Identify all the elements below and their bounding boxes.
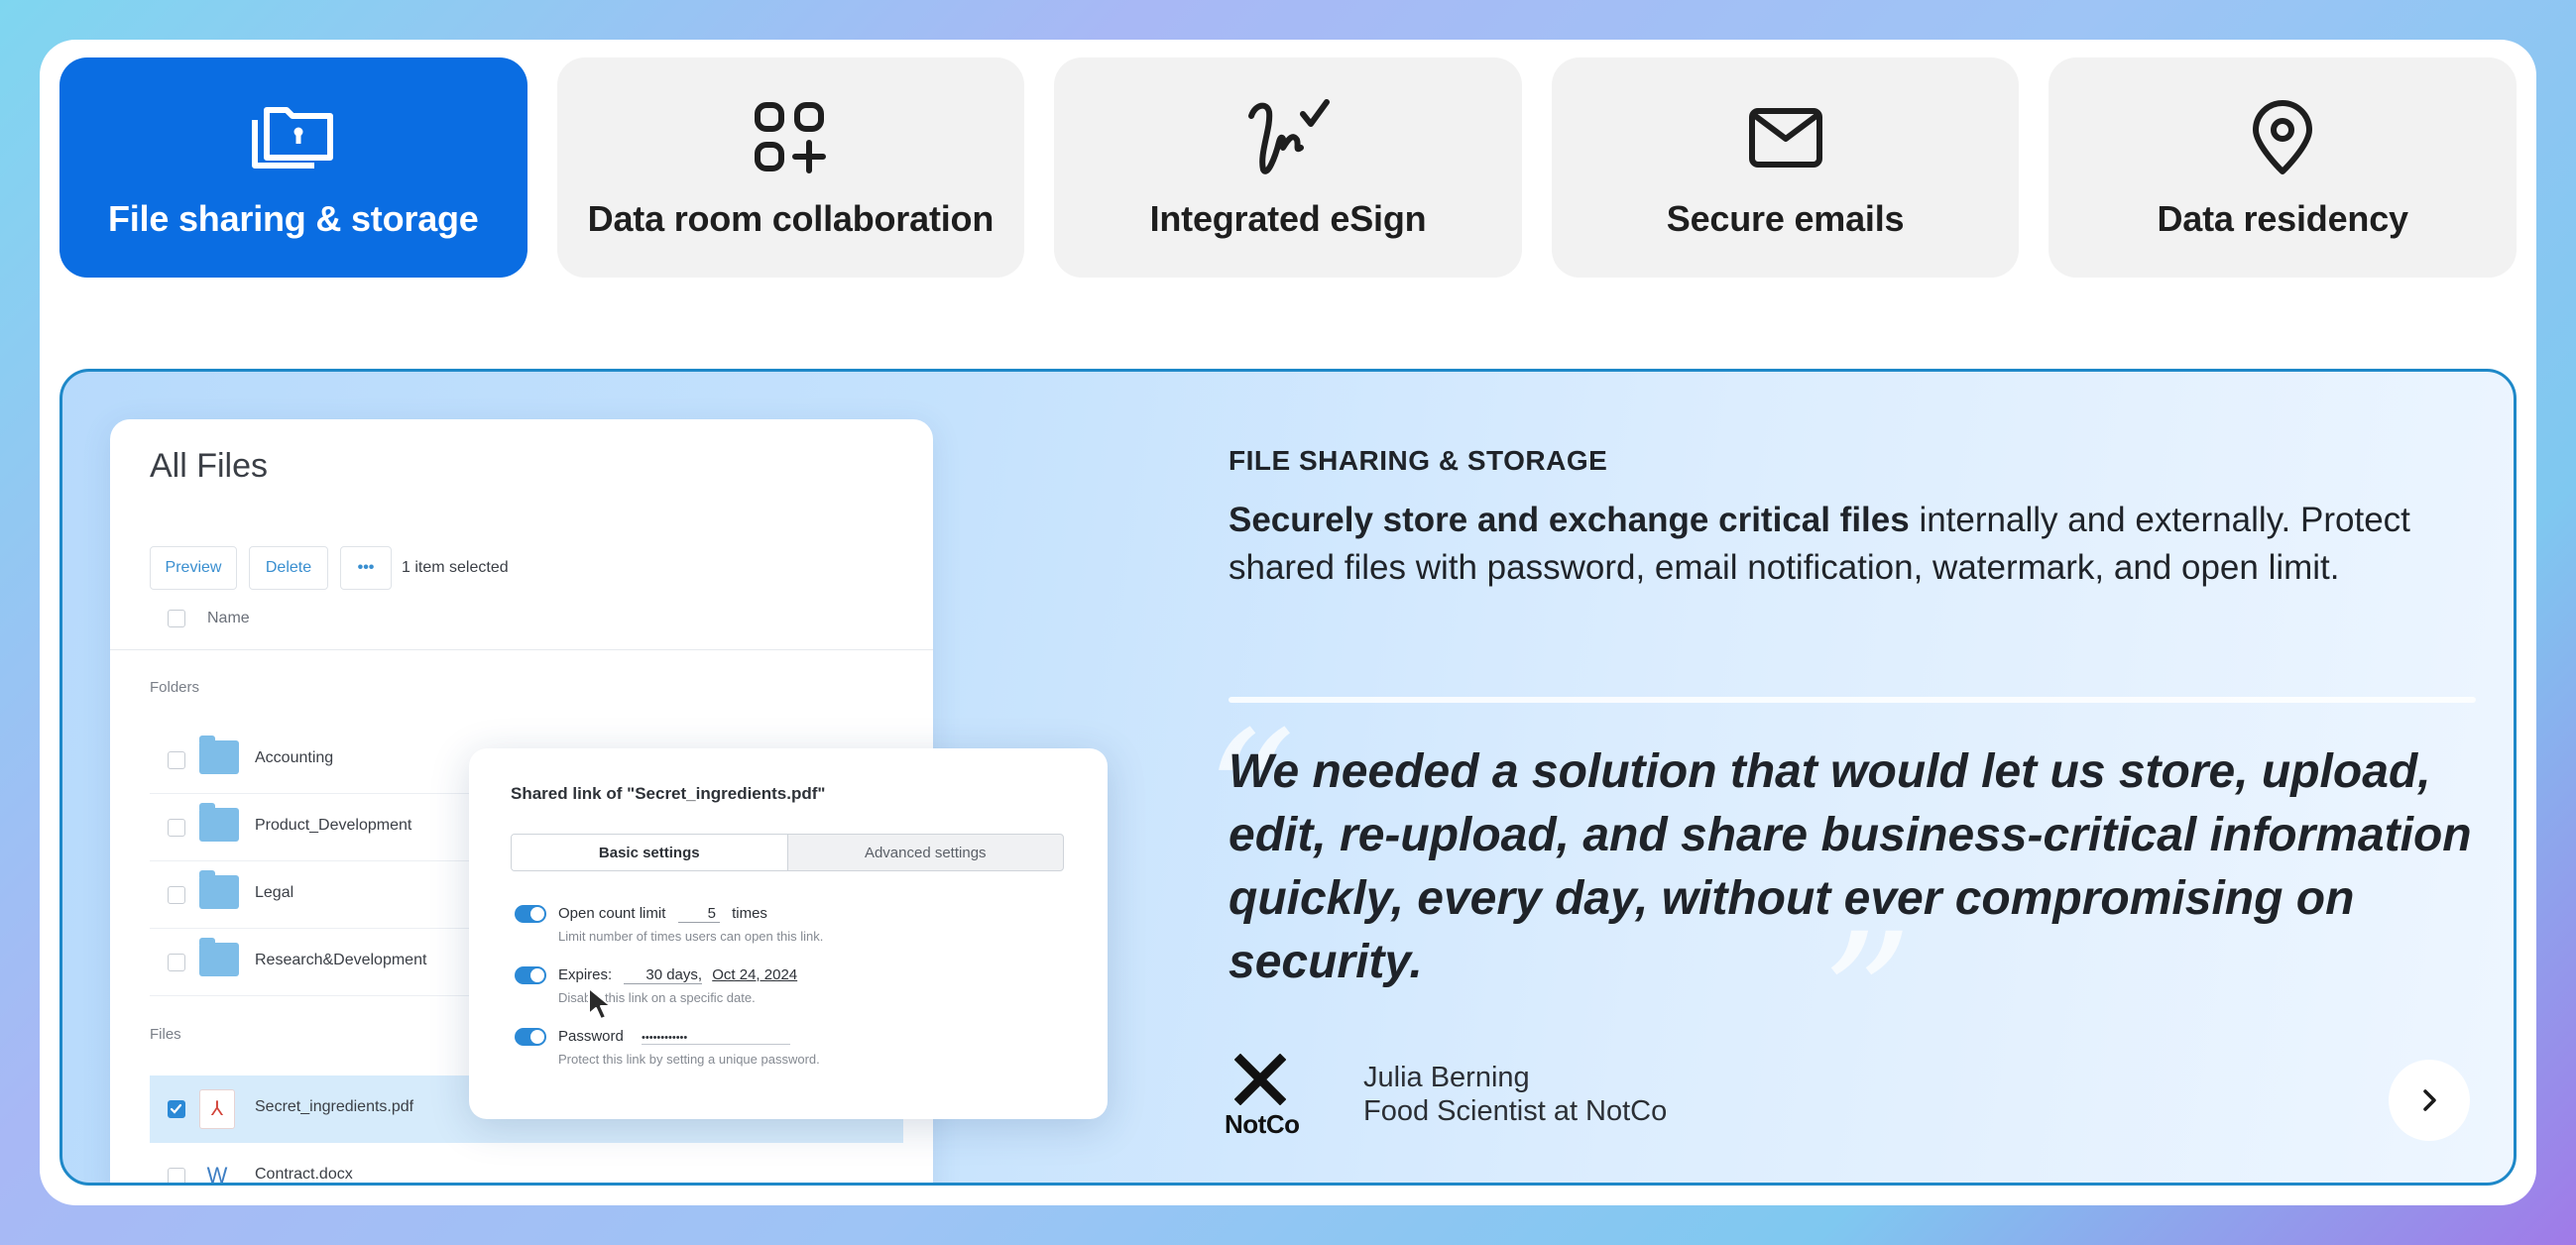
expires-date-picker[interactable]: Oct 24, 2024 (712, 966, 797, 983)
open-count-hint: Limit number of times users can open thi… (558, 929, 824, 944)
files-section-label: Files (150, 1026, 181, 1043)
feature-panel: All Files Preview Delete ••• 1 item sele… (59, 369, 2517, 1186)
section-divider (1229, 697, 2476, 703)
tab-data-residency[interactable]: Data residency (2049, 57, 2517, 278)
expires-days-input[interactable]: 30 days, (624, 966, 703, 984)
select-all-checkbox[interactable] (168, 610, 185, 627)
tab-label: Secure emails (1666, 198, 1905, 239)
row-checkbox[interactable] (168, 751, 185, 769)
section-description: Securely store and exchange critical fil… (1229, 497, 2438, 592)
password-label: Password •••••••••••• (558, 1028, 791, 1045)
notco-logo: NotCo (1225, 1054, 1324, 1143)
notco-logo-text: NotCo (1225, 1109, 1300, 1139)
row-checkbox-checked[interactable] (168, 1100, 185, 1118)
file-manager-title: All Files (150, 447, 269, 485)
password-hint: Protect this link by setting a unique pa… (558, 1052, 820, 1067)
folder-lock-icon (249, 97, 338, 178)
tab-label: Data room collaboration (587, 198, 995, 239)
tab-file-sharing[interactable]: File sharing & storage (59, 57, 527, 278)
feature-card: File sharing & storage Data room collabo… (40, 40, 2536, 1205)
tab-secure-emails[interactable]: Secure emails (1551, 57, 2020, 278)
mouse-cursor-icon (588, 987, 612, 1020)
section-eyebrow: FILE SHARING & STORAGE (1229, 445, 1608, 476)
expires-label: Expires: 30 days, Oct 24, 2024 (558, 966, 797, 984)
signature-check-icon (1243, 97, 1333, 178)
tab-label: Data residency (2157, 198, 2409, 239)
folder-icon (199, 736, 239, 774)
file-name: Contract.docx (255, 1166, 353, 1183)
tab-advanced-settings[interactable]: Advanced settings (788, 835, 1064, 870)
name-column-header[interactable]: Name (207, 610, 250, 627)
tab-esign[interactable]: Integrated eSign (1054, 57, 1522, 278)
tab-data-room[interactable]: Data room collaboration (556, 57, 1025, 278)
dialog-title: Shared link of "Secret_ingredients.pdf" (511, 784, 826, 803)
preview-button[interactable]: Preview (150, 546, 237, 590)
expires-toggle[interactable] (515, 966, 546, 984)
row-checkbox[interactable] (168, 819, 185, 837)
testimonial-author-role: Food Scientist at NotCo (1363, 1095, 1668, 1127)
folder-name: Legal (255, 884, 294, 901)
row-checkbox[interactable] (168, 954, 185, 971)
feature-tabs: File sharing & storage Data room collabo… (59, 57, 2517, 278)
open-count-label-text: Open count limit (558, 905, 666, 922)
settings-segmented-control: Basic settings Advanced settings (511, 834, 1064, 871)
tab-basic-settings[interactable]: Basic settings (512, 835, 788, 870)
pdf-file-icon: ⅄ (199, 1089, 235, 1129)
row-checkbox[interactable] (168, 886, 185, 904)
tab-label: Integrated eSign (1149, 198, 1427, 239)
next-testimonial-button[interactable] (2389, 1060, 2470, 1141)
shared-link-dialog: Shared link of "Secret_ingredients.pdf" … (469, 748, 1108, 1119)
envelope-icon (1741, 97, 1830, 178)
word-file-icon: W (199, 1157, 235, 1183)
grid-plus-icon (746, 97, 835, 178)
open-count-unit: times (732, 905, 767, 922)
row-checkbox[interactable] (168, 1168, 185, 1183)
delete-button[interactable]: Delete (249, 546, 328, 590)
folder-icon (199, 803, 239, 842)
password-toggle[interactable] (515, 1028, 546, 1046)
folder-name: Product_Development (255, 817, 412, 834)
open-count-label: Open count limit 5 times (558, 905, 767, 923)
password-label-text: Password (558, 1028, 624, 1045)
open-count-input[interactable]: 5 (677, 905, 720, 923)
folder-icon (199, 870, 239, 909)
more-options-button[interactable]: ••• (340, 546, 392, 590)
file-name: Secret_ingredients.pdf (255, 1098, 414, 1115)
folders-section-label: Folders (150, 679, 200, 696)
open-count-toggle[interactable] (515, 905, 546, 923)
folder-name: Research&Development (255, 952, 427, 968)
tab-label: File sharing & storage (107, 198, 479, 239)
file-row[interactable]: W Contract.docx (150, 1143, 903, 1183)
folder-icon (199, 938, 239, 976)
folder-name: Accounting (255, 749, 334, 766)
header-divider (110, 649, 933, 650)
selection-count: 1 item selected (402, 559, 509, 576)
testimonial-author-name: Julia Berning (1363, 1062, 1530, 1093)
testimonial-quote: We needed a solution that would let us s… (1229, 745, 2472, 988)
password-input[interactable]: •••••••••••• (642, 1032, 791, 1045)
chevron-right-icon (2423, 1089, 2436, 1111)
expires-label-text: Expires: (558, 966, 613, 983)
description-bold: Securely store and exchange critical fil… (1229, 501, 1910, 539)
notco-x-icon (1234, 1054, 1286, 1105)
map-pin-icon (2238, 97, 2327, 178)
